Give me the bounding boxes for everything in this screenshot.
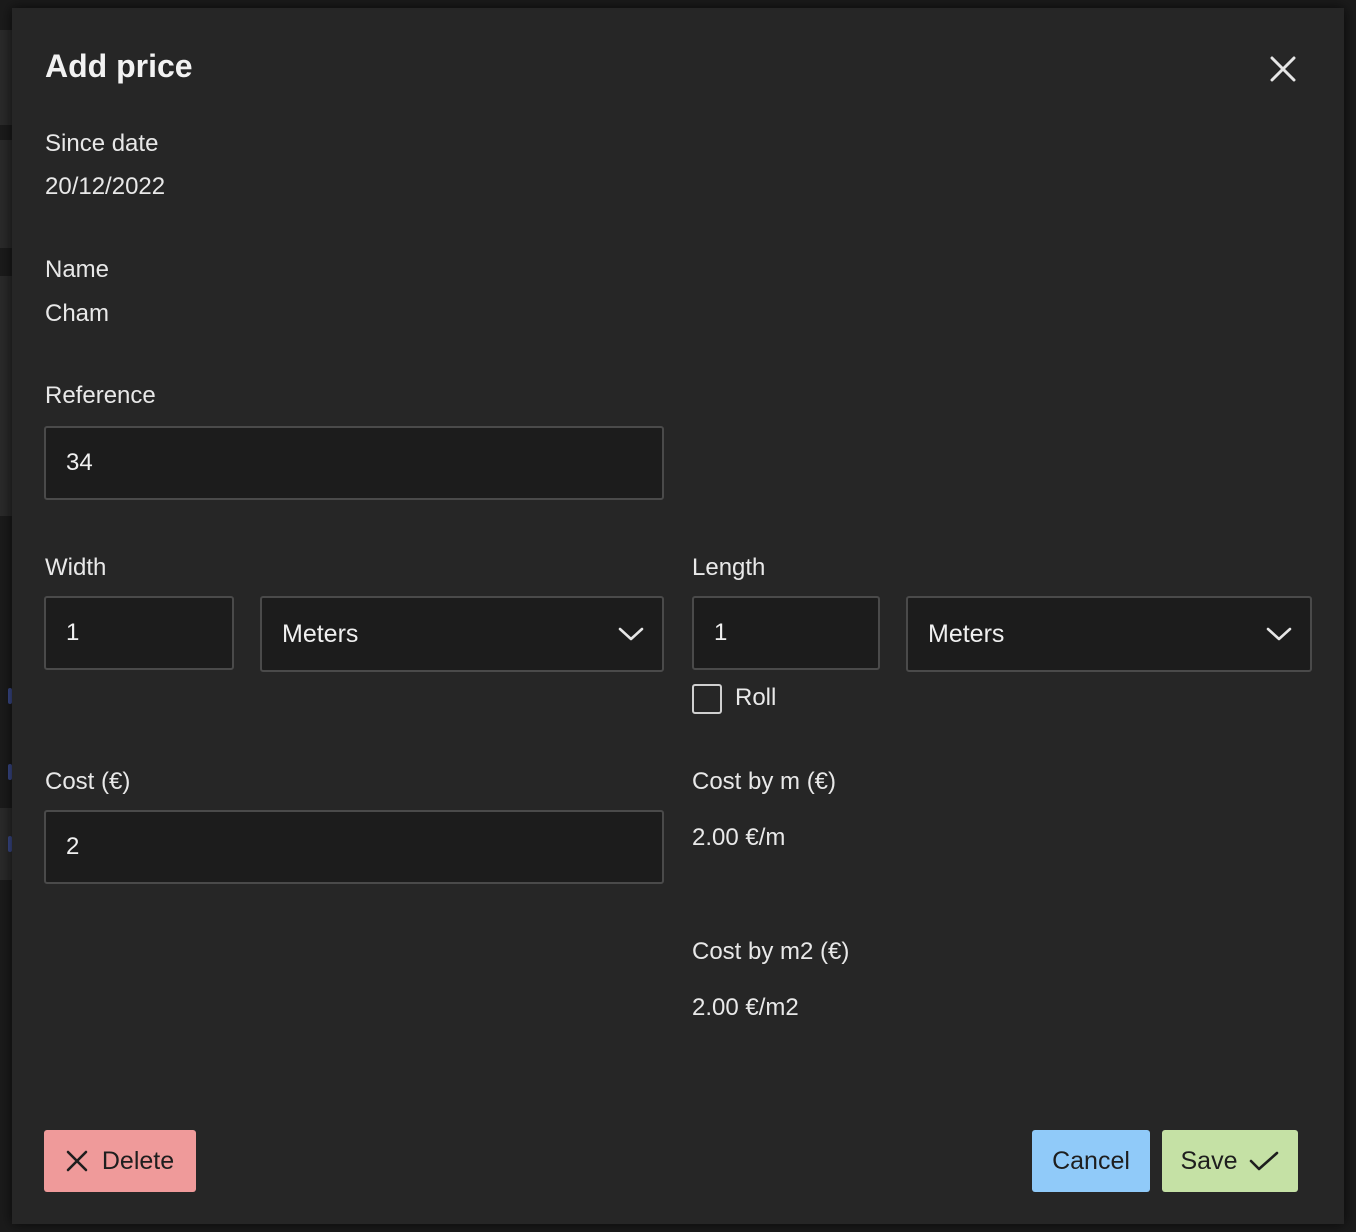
roll-checkbox[interactable] xyxy=(692,684,722,714)
roll-label[interactable]: Roll xyxy=(735,684,776,712)
since-date-value: 20/12/2022 xyxy=(45,173,166,200)
name-label: Name xyxy=(45,256,110,283)
cost-label: Cost (€) xyxy=(45,768,131,795)
cost-by-m2-value: 2.00 €/m2 xyxy=(692,994,799,1021)
save-button-label: Save xyxy=(1180,1146,1238,1175)
add-price-dialog: Add price Since date 20/12/2022 Name Cha… xyxy=(12,8,1344,1224)
reference-input[interactable] xyxy=(44,426,664,500)
dialog-title: Add price xyxy=(45,48,193,84)
cancel-button[interactable]: Cancel xyxy=(1032,1130,1150,1192)
width-unit-select[interactable]: Meters xyxy=(260,596,664,672)
check-icon xyxy=(1250,1151,1279,1171)
close-icon xyxy=(1270,56,1296,82)
length-unit-value: Meters xyxy=(928,619,1005,648)
reference-label: Reference xyxy=(45,382,156,409)
chevron-down-icon xyxy=(618,627,644,641)
delete-button[interactable]: Delete xyxy=(44,1130,196,1192)
width-input[interactable] xyxy=(44,596,234,670)
since-date-label: Since date xyxy=(45,130,159,157)
length-unit-select[interactable]: Meters xyxy=(906,596,1312,672)
width-label: Width xyxy=(45,554,107,581)
close-icon xyxy=(66,1150,88,1172)
length-label: Length xyxy=(692,554,766,581)
cost-by-m-label: Cost by m (€) xyxy=(692,768,837,795)
save-button[interactable]: Save xyxy=(1162,1130,1298,1192)
cancel-button-label: Cancel xyxy=(1052,1146,1130,1175)
delete-button-label: Delete xyxy=(101,1146,175,1175)
chevron-down-icon xyxy=(1266,627,1292,641)
cost-by-m2-label: Cost by m2 (€) xyxy=(692,938,850,965)
length-input[interactable] xyxy=(692,596,880,670)
width-unit-value: Meters xyxy=(282,619,359,648)
close-button[interactable] xyxy=(1264,50,1302,88)
name-value: Cham xyxy=(45,300,110,327)
cost-by-m-value: 2.00 €/m xyxy=(692,824,786,851)
cost-input[interactable] xyxy=(44,810,664,884)
